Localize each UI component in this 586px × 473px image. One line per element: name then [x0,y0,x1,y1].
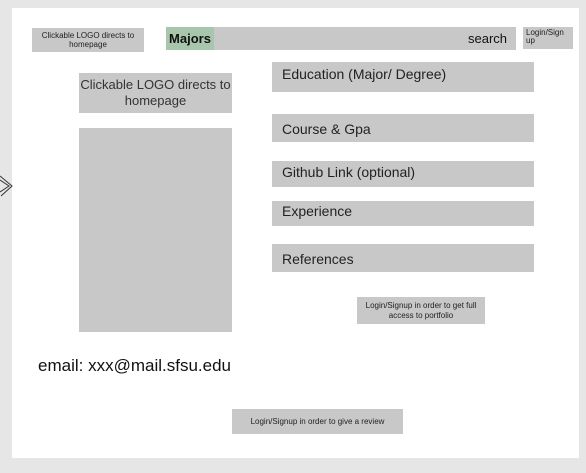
header-logo[interactable]: Clickable LOGO directs to homepage [32,28,144,52]
education-label: Education (Major/ Degree) [282,66,447,82]
education-field[interactable]: Education (Major/ Degree) [272,62,534,92]
majors-button[interactable]: Majors [166,27,214,50]
github-link-field[interactable]: Github Link (optional) [272,161,534,187]
profile-logo[interactable]: Clickable LOGO directs to homepage [79,73,232,113]
portfolio-access-note[interactable]: Login/Signup in order to get full access… [357,297,485,324]
review-login-button[interactable]: Login/Signup in order to give a review [232,409,403,434]
profile-image-placeholder [79,128,232,332]
course-gpa-label: Course & Gpa [282,121,371,137]
references-label: References [282,251,354,267]
github-link-label: Github Link (optional) [282,164,416,180]
search-bar[interactable] [166,27,516,50]
references-field[interactable]: References [272,244,534,272]
email-text: email: xxx@mail.sfsu.edu [38,356,231,375]
experience-label: Experience [282,203,353,219]
course-gpa-field[interactable]: Course & Gpa [272,114,534,142]
search-label[interactable]: search [468,31,507,46]
experience-field[interactable]: Experience [272,201,534,226]
login-signup-button[interactable]: Login/Sign up [523,27,573,49]
arrow-icon [0,175,13,197]
